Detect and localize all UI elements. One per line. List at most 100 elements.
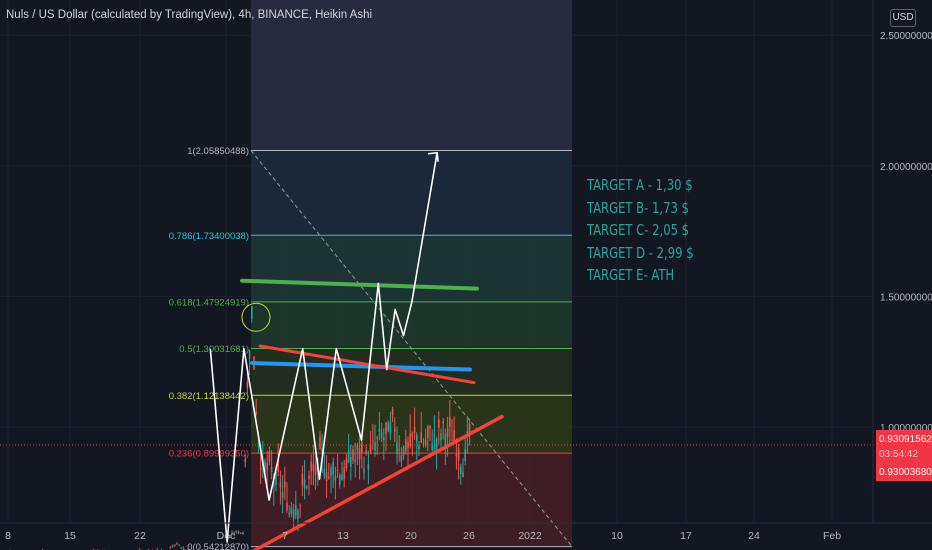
candle-body bbox=[391, 408, 394, 416]
candle-body bbox=[314, 465, 317, 475]
candle-body bbox=[255, 412, 257, 414]
candle-body bbox=[385, 422, 387, 434]
candle-body bbox=[343, 467, 345, 480]
candle-body bbox=[176, 543, 178, 545]
candle-body bbox=[292, 509, 295, 519]
candle-body bbox=[341, 474, 343, 481]
candle-body bbox=[418, 445, 420, 450]
target-list: TARGET A - 1,30 $ TARGET B- 1,73 $ TARGE… bbox=[587, 174, 694, 287]
candle-body bbox=[396, 442, 398, 455]
candle-body bbox=[361, 441, 363, 453]
time-tick-label: 22 bbox=[134, 530, 146, 542]
candle-body bbox=[462, 472, 464, 477]
time-tick-label: 7 bbox=[282, 530, 288, 542]
candle-body bbox=[266, 463, 268, 470]
candle-body bbox=[435, 439, 438, 451]
candle-body bbox=[174, 545, 176, 547]
candle-body bbox=[429, 425, 431, 429]
candle-body bbox=[345, 458, 348, 469]
open-price-label: 0.93003680 bbox=[876, 464, 932, 481]
candle-body bbox=[352, 449, 354, 461]
time-tick-label: 15 bbox=[64, 530, 76, 542]
candle-body bbox=[268, 451, 271, 462]
candle-body bbox=[224, 545, 227, 547]
time-tick-label: 20 bbox=[405, 530, 417, 542]
fib-band bbox=[251, 235, 572, 302]
candle-body bbox=[407, 442, 409, 449]
candle-body bbox=[383, 437, 385, 441]
candle-body bbox=[339, 475, 341, 485]
candle-body bbox=[409, 433, 411, 446]
candle-body bbox=[180, 547, 183, 549]
bar-countdown: 03:54:42 bbox=[879, 449, 918, 460]
candle-body bbox=[427, 426, 429, 438]
candle-body bbox=[295, 505, 297, 516]
candle-body bbox=[312, 463, 315, 471]
price-tick-label: 1.50000000 bbox=[880, 292, 932, 303]
candle-body bbox=[453, 430, 455, 442]
time-tick-label: 26 bbox=[463, 530, 475, 542]
time-tick-label: 13 bbox=[337, 530, 349, 542]
candle-body bbox=[248, 349, 251, 360]
candle-body bbox=[416, 434, 418, 442]
target-item: TARGET D - 2,99 $ bbox=[587, 243, 694, 262]
fib-level-label: 1(2.05850488) bbox=[187, 146, 249, 157]
last-price: 0.93091562 bbox=[879, 434, 932, 445]
price-tick-label: 2.00000000 bbox=[880, 162, 932, 173]
candle-body bbox=[323, 468, 326, 477]
candle-body bbox=[334, 475, 337, 481]
target-item: TARGET C- 2,05 $ bbox=[587, 221, 690, 239]
candle-body bbox=[446, 428, 449, 437]
candle-body bbox=[310, 461, 312, 472]
candle-body bbox=[308, 474, 310, 479]
candle-body bbox=[411, 432, 414, 438]
price-chart[interactable]: 0(0.54212870) 0.236(0.89999350) 0.382(1.12… bbox=[0, 0, 932, 550]
candle-body bbox=[365, 450, 367, 453]
time-tick-label: Dec bbox=[217, 530, 236, 542]
fib-level-label: 0.786(1.73400038) bbox=[169, 231, 249, 242]
candle-body bbox=[246, 381, 249, 388]
last-price-label: 0.93091562 03:54:42 bbox=[876, 430, 932, 464]
candle-body bbox=[440, 433, 442, 441]
candle-body bbox=[464, 449, 466, 462]
candle-body bbox=[372, 440, 374, 442]
candle-body bbox=[242, 532, 244, 534]
time-tick-label: 8 bbox=[5, 530, 11, 542]
currency-button[interactable]: USD bbox=[890, 9, 916, 27]
candle-body bbox=[288, 512, 290, 515]
fib-band bbox=[251, 395, 572, 454]
candle-body bbox=[424, 439, 427, 444]
candle-body bbox=[347, 451, 350, 462]
candle-body bbox=[457, 448, 460, 461]
candle-body bbox=[237, 531, 240, 533]
candle-body bbox=[356, 444, 359, 450]
symbol-title[interactable]: Nuls / US Dollar (calculated by TradingV… bbox=[6, 9, 372, 21]
target-item: TARGET B- 1,73 $ bbox=[587, 198, 689, 217]
candle-body bbox=[259, 467, 262, 470]
time-tick-label: 10 bbox=[611, 530, 623, 542]
target-item: TARGET A - 1,30 $ bbox=[587, 176, 693, 194]
candle-body bbox=[286, 502, 288, 511]
time-tick-label: 24 bbox=[748, 530, 760, 542]
candle-body bbox=[240, 532, 242, 534]
candle-body bbox=[301, 473, 304, 486]
candle-body bbox=[171, 545, 174, 547]
candle-body bbox=[281, 492, 284, 498]
candle-body bbox=[398, 449, 400, 451]
fib-band bbox=[251, 150, 572, 236]
candle-body bbox=[402, 446, 405, 456]
candle-body bbox=[336, 470, 339, 472]
candle-body bbox=[270, 466, 273, 473]
candle-body bbox=[367, 464, 370, 470]
fib-level-label: 0.236(0.89999350) bbox=[169, 449, 249, 460]
candle-body bbox=[358, 448, 361, 460]
candle-body bbox=[460, 466, 462, 475]
candle-body bbox=[376, 437, 378, 439]
time-tick-label: 2022 bbox=[518, 530, 542, 542]
candle-body bbox=[438, 419, 440, 428]
candle-body bbox=[169, 547, 172, 549]
candle-body bbox=[449, 416, 451, 428]
candle-body bbox=[178, 545, 180, 547]
candle-body bbox=[332, 462, 334, 476]
candle-body bbox=[442, 420, 444, 424]
